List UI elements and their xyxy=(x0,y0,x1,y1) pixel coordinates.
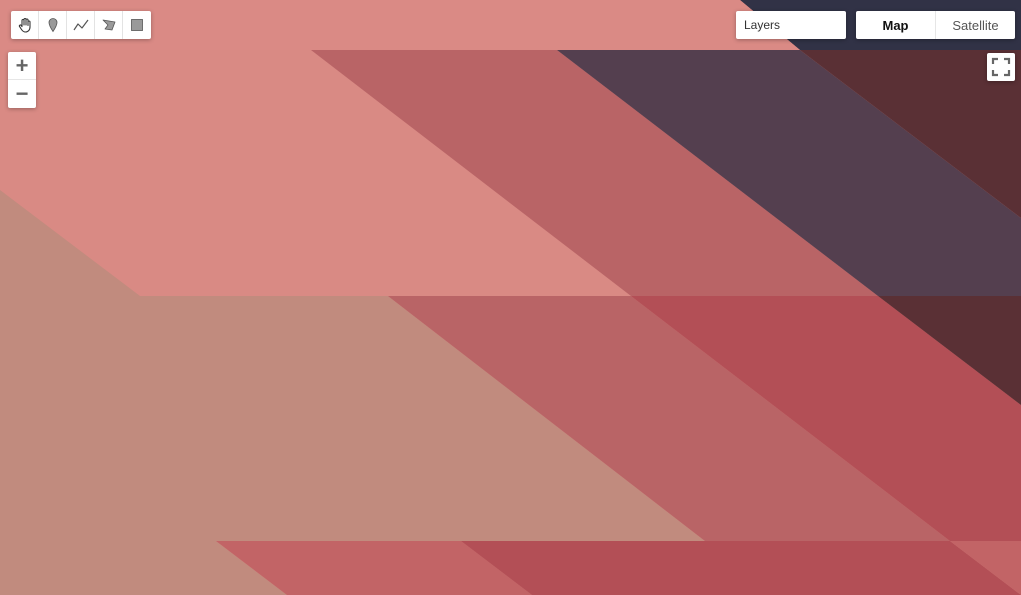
zoom-out-button[interactable]: − xyxy=(8,80,36,108)
drawing-toolbar xyxy=(11,11,151,39)
polygon-icon xyxy=(102,19,115,31)
rectangle-icon xyxy=(131,19,143,31)
polyline-icon xyxy=(73,19,88,31)
map-type-control: Map Satellite xyxy=(856,11,1015,39)
fullscreen-button[interactable] xyxy=(987,53,1015,81)
polyline-tool-button[interactable] xyxy=(67,11,95,39)
map-canvas[interactable] xyxy=(0,0,1021,595)
pan-tool-button[interactable] xyxy=(11,11,39,39)
fullscreen-icon xyxy=(991,57,1011,77)
map-type-satellite-button[interactable]: Satellite xyxy=(936,11,1015,39)
layers-dropdown[interactable]: Layers xyxy=(736,11,846,39)
layers-label: Layers xyxy=(744,18,781,32)
zoom-in-button[interactable]: + xyxy=(8,52,36,80)
polygon-tool-button[interactable] xyxy=(95,11,123,39)
marker-tool-button[interactable] xyxy=(39,11,67,39)
map-tile-crimson-lower xyxy=(461,541,1021,595)
zoom-control: + − xyxy=(8,52,36,108)
hand-icon xyxy=(18,17,31,33)
map-type-map-button[interactable]: Map xyxy=(856,11,936,39)
rectangle-tool-button[interactable] xyxy=(123,11,151,39)
map-marker-icon xyxy=(48,18,57,33)
